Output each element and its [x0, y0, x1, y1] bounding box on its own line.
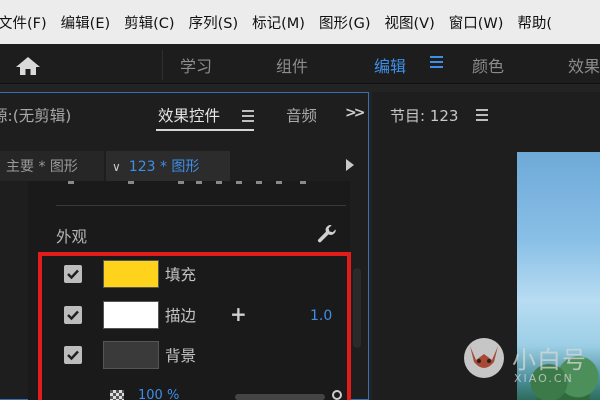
site-watermark: 小白号 XIAO.CN	[460, 332, 600, 392]
align-icons-row	[68, 181, 338, 189]
sequence-clip-label: 123 * 图形	[128, 159, 200, 175]
watermark-text: 小白号	[512, 346, 587, 374]
section-divider	[56, 205, 346, 206]
workspace-separator	[162, 50, 163, 80]
clip-header: 主要 * 图形 ∨ 123 * 图形	[0, 151, 369, 181]
workspace-editing[interactable]: 编辑	[374, 53, 406, 77]
wrench-icon[interactable]	[316, 223, 338, 245]
menu-window[interactable]: 窗口(W)	[449, 12, 504, 33]
panel-menu-icon[interactable]	[242, 110, 254, 125]
appearance-section-title: 外观	[56, 228, 88, 246]
sequence-clip-selector[interactable]: ∨ 123 * 图形	[106, 151, 230, 181]
workspace-color[interactable]: 颜色	[472, 53, 504, 77]
workspace-learn[interactable]: 学习	[180, 53, 212, 77]
tab-audio[interactable]: 音频	[286, 104, 316, 126]
menu-graphics[interactable]: 图形(G)	[319, 12, 371, 33]
fox-logo-icon	[464, 338, 504, 378]
workspace-bar: 学习 组件 编辑 颜色 效果	[0, 44, 600, 84]
menu-sequence[interactable]: 序列(S)	[189, 12, 239, 33]
menu-view[interactable]: 视图(V)	[385, 12, 435, 33]
play-icon[interactable]	[346, 159, 354, 171]
workspace-effects[interactable]: 效果	[568, 53, 600, 77]
home-icon[interactable]	[15, 56, 41, 76]
menu-bar: 文件(F) 编辑(E) 剪辑(C) 序列(S) 标记(M) 图形(G) 视图(V…	[0, 0, 600, 44]
panel-tabs: 源:(无剪辑) 效果控件 音频 >>	[0, 93, 369, 137]
menu-edit[interactable]: 编辑(E)	[61, 12, 110, 33]
workspace-assembly[interactable]: 组件	[276, 53, 308, 77]
highlight-box	[38, 252, 351, 400]
monitor-menu-icon[interactable]	[476, 109, 488, 124]
watermark-subtext: XIAO.CN	[514, 372, 574, 385]
panel-scrollbar[interactable]	[353, 268, 361, 348]
menu-help[interactable]: 帮助(	[517, 12, 552, 33]
tab-source[interactable]: 源:(无剪辑)	[0, 104, 71, 126]
menu-file[interactable]: 文件(F)	[0, 12, 47, 33]
menu-clip[interactable]: 剪辑(C)	[124, 12, 174, 33]
chevron-double-right-icon[interactable]: >>	[345, 105, 366, 121]
program-monitor-title: 节目: 123	[390, 107, 459, 125]
menu-markers[interactable]: 标记(M)	[252, 12, 305, 33]
workspace-menu-icon[interactable]	[430, 56, 443, 70]
chevron-down-icon: ∨	[112, 160, 121, 174]
master-clip-label[interactable]: 主要 * 图形	[0, 151, 104, 181]
tab-effect-controls[interactable]: 效果控件	[158, 104, 220, 126]
program-monitor-panel: 节目: 123 小白号 XIAO.CN	[372, 92, 600, 400]
active-tab-underline	[156, 129, 254, 131]
